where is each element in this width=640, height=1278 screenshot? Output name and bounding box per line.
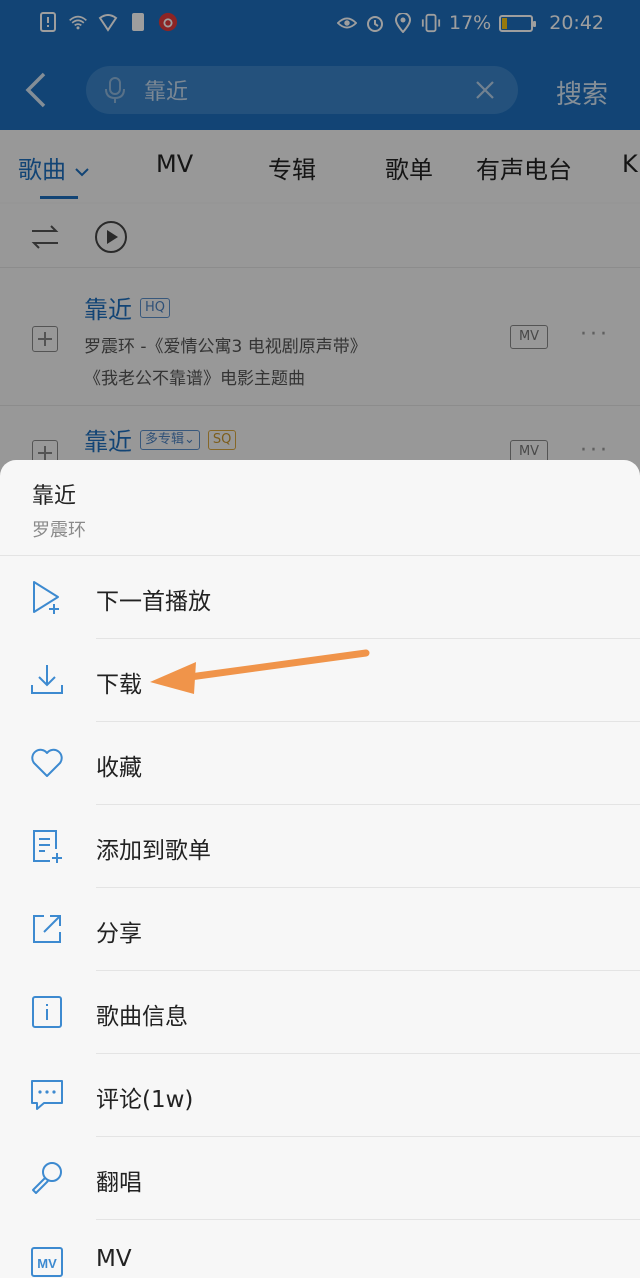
menu-label: 收藏 [96, 755, 142, 781]
menu-label: 翻唱 [96, 1170, 142, 1196]
info-icon [32, 996, 62, 1028]
menu-item-comments[interactable]: 评论(1w) [0, 1054, 640, 1137]
menu-label: 分享 [96, 921, 142, 947]
menu-item-download[interactable]: 下载 [0, 639, 640, 722]
menu-item-play-next[interactable]: 下一首播放 [0, 556, 640, 639]
mv-icon: MV [31, 1247, 63, 1277]
share-icon [33, 915, 61, 943]
sheet-header: 靠近 罗震环 [0, 460, 640, 556]
microphone-icon [32, 1162, 62, 1194]
menu-item-song-info[interactable]: 歌曲信息 [0, 971, 640, 1054]
heart-icon [31, 748, 63, 777]
comment-icon [31, 1080, 63, 1110]
svg-text:MV: MV [37, 1256, 57, 1271]
menu-item-share[interactable]: 分享 [0, 888, 640, 971]
play-next-icon [33, 581, 59, 614]
menu-label: 添加到歌单 [96, 838, 211, 864]
download-icon [31, 665, 63, 694]
sheet-artist: 罗震环 [32, 520, 86, 541]
menu-label: 歌曲信息 [96, 1004, 188, 1030]
menu-item-mv[interactable]: MV MV [0, 1220, 640, 1278]
menu-item-favorite[interactable]: 收藏 [0, 722, 640, 805]
menu-label: 下一首播放 [96, 589, 211, 615]
menu-item-cover[interactable]: 翻唱 [0, 1137, 640, 1220]
menu-label: MV [96, 1246, 132, 1272]
menu-item-add-to-playlist[interactable]: 添加到歌单 [0, 805, 640, 888]
menu-label: 下载 [96, 672, 142, 698]
menu-label: 评论(1w) [96, 1087, 194, 1113]
song-action-sheet: 靠近 罗震环 下一首播放 下载 收藏 添加到歌单 分享 歌曲信息 评论(1w) [0, 460, 640, 1278]
sheet-song-title: 靠近 [32, 484, 77, 509]
add-to-playlist-icon [33, 830, 62, 863]
